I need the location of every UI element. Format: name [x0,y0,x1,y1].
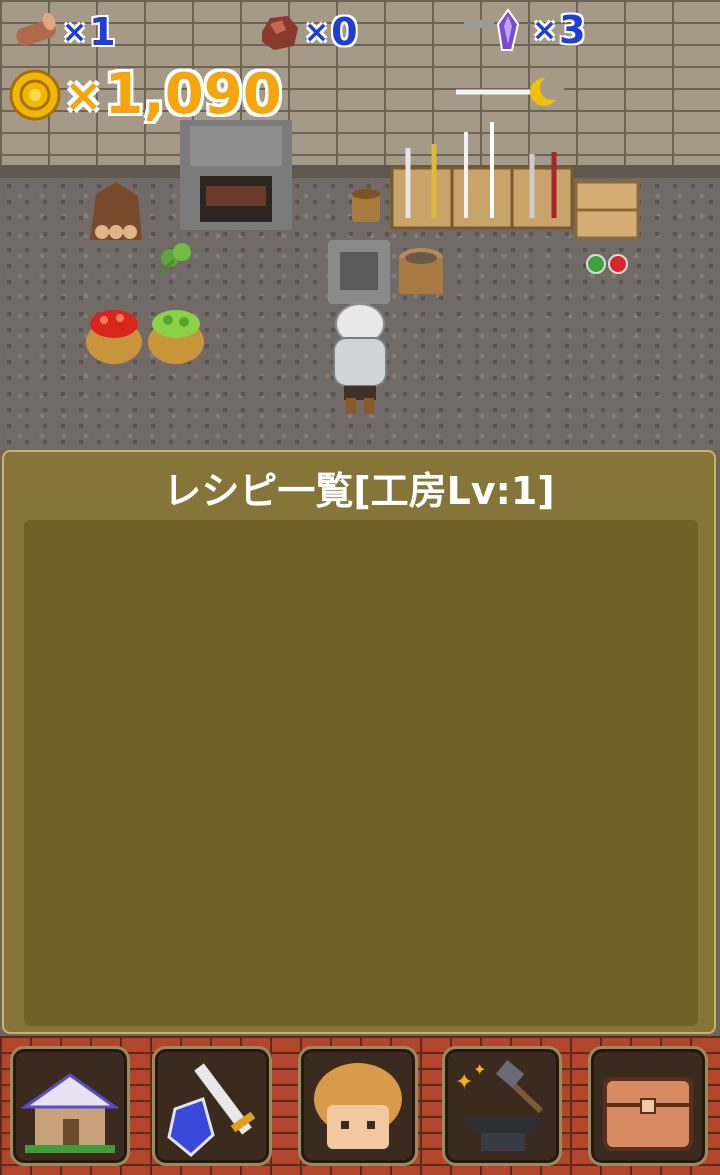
wood-count: 1 [89,10,116,54]
ore-icon [262,16,298,50]
recipe-panel-title: レシピ一覧[工房Lv:1] [163,469,555,513]
nav-house-button[interactable] [10,1046,130,1166]
wood-log-icon [16,12,56,46]
herb-sprig [158,243,191,276]
potion-bottles [586,254,628,274]
ore-multiplier: × [304,14,330,50]
svg-text:✦: ✦ [455,1070,473,1095]
anvil-stand [328,240,390,304]
svg-text:✦: ✦ [473,1060,486,1079]
character-icon [314,1063,402,1149]
gold-amount: 1,090 [104,62,282,127]
water-barrel [399,248,443,294]
nav-equipment-button[interactable] [152,1046,272,1166]
nav-crafting-button[interactable]: ✦ ✦ [442,1046,562,1166]
crystal-counter: × 3 [462,6,586,54]
nav-storage-button[interactable] [588,1046,708,1166]
crystal-count: 3 [559,8,586,52]
nav-character-button[interactable] [298,1046,418,1166]
firewood-pile [90,182,142,240]
herb-basket [148,310,204,364]
recipe-list[interactable] [24,520,698,1026]
bottom-nav-bar: ✦ ✦ [0,1036,720,1175]
crescent-staff [456,76,564,106]
anvil-hammer-icon: ✦ ✦ [455,1060,544,1151]
gold-multiplier: × [64,67,103,122]
gold-counter: × 1,090 [8,62,282,127]
wall-base [0,165,720,179]
wooden-bucket [352,189,380,222]
sword-shield-icon [167,1063,256,1157]
wooden-crate [574,180,640,240]
ore-counter: × 0 [256,10,358,54]
workshop-scene: × 1 × 0 × 3 × 1,090 [0,0,720,450]
wood-counter: × 1 [12,10,116,54]
crystal-multiplier: × [532,12,558,48]
furnace [180,120,292,230]
apple-basket [86,310,142,364]
blacksmith-character [333,303,387,414]
house-icon [20,1073,120,1153]
wood-multiplier: × [62,14,88,50]
recipe-panel: レシピ一覧[工房Lv:1] [2,450,716,1034]
ore-count: 0 [331,10,358,54]
weapon-rack [390,122,574,230]
treasure-chest-icon [603,1077,693,1151]
crystal-icon [464,8,520,51]
gold-coin-icon [9,69,61,120]
